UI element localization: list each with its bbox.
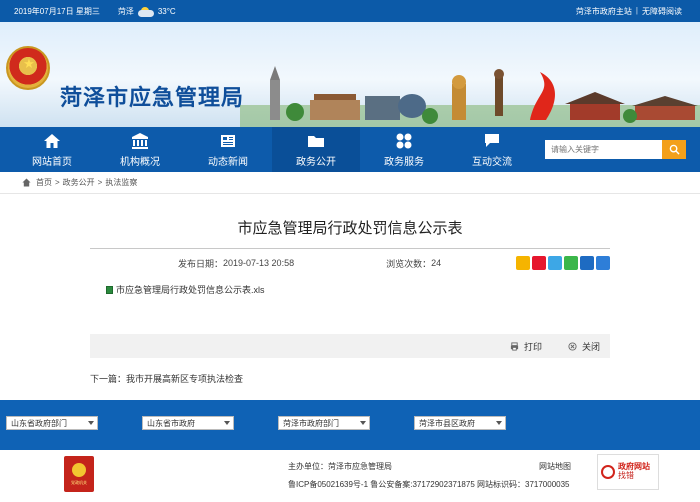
gov-badge-line2: 找错 (618, 471, 634, 480)
service-icon (396, 133, 412, 148)
share-bar (516, 256, 610, 270)
host-name: 菏泽市应急管理局 (328, 462, 392, 471)
nav-home[interactable]: 网站首页 (8, 127, 96, 172)
chevron-down-icon (360, 421, 366, 425)
nav-org-overview[interactable]: 机构概况 (96, 127, 184, 172)
nav-interaction-label: 互动交流 (472, 156, 512, 168)
breadcrumb: 首页 > 政务公开 > 执法监察 (0, 172, 700, 194)
views-count: 24 (431, 258, 442, 268)
nav-news-label: 动态新闻 (208, 156, 248, 168)
wechat-icon[interactable] (564, 256, 578, 270)
breadcrumb-enforcement[interactable]: 执法监察 (105, 177, 137, 188)
separator: | (635, 5, 638, 15)
views-label: 浏览次数： (386, 258, 432, 269)
sitemap-link[interactable]: 网站地图 (539, 461, 571, 472)
tencent-weibo-icon[interactable] (548, 256, 562, 270)
article-actions: 打印 关闭 (90, 334, 610, 358)
attachment-link[interactable]: 市应急管理局行政处罚信息公示表.xls (116, 283, 265, 296)
select-heze-departments[interactable]: 菏泽市政府部门 (278, 416, 370, 430)
article-title: 市应急管理局行政处罚信息公示表 (90, 217, 610, 249)
nav-news[interactable]: 动态新闻 (184, 127, 272, 172)
search-icon (669, 144, 680, 155)
folder-icon (308, 135, 324, 147)
gov-main-site-link[interactable]: 菏泽市政府主站 (576, 6, 632, 17)
party-badge-label: 党政机关 (71, 479, 87, 485)
nav-gov-affairs-label: 政务公开 (296, 156, 336, 168)
national-emblem-icon: ★ (6, 46, 50, 90)
article-meta: 发布日期： 2019-07-13 20:58 浏览次数： 24 (90, 249, 610, 277)
weather-widget: 菏泽 33°C (118, 6, 176, 17)
xls-file-icon (106, 285, 113, 294)
print-label: 打印 (523, 341, 542, 352)
search-box (545, 127, 686, 172)
more-share-icon[interactable] (596, 256, 610, 270)
site-title[interactable]: 菏泽市应急管理局 (60, 80, 244, 112)
temperature: 33°C (157, 6, 176, 16)
icp-info: 鲁ICP备05021639号-1 鲁公安备案:37172902371875 网站… (288, 480, 570, 489)
attachment: 市应急管理局行政处罚信息公示表.xls (90, 283, 610, 296)
main-nav: 网站首页 机构概况 动态新闻 政务公开 政务服务 互动交流 (0, 127, 700, 172)
print-button[interactable]: 打印 (510, 340, 542, 353)
nav-gov-services[interactable]: 政务服务 (360, 127, 448, 172)
footer: 党政机关 主办单位：菏泽市应急管理局 鲁ICP备05021639号-1 鲁公安备… (0, 450, 700, 502)
city-skyline-image (240, 66, 700, 127)
breadcrumb-home-icon (22, 178, 31, 187)
next-article-link[interactable]: 我市开展高新区专项执法检查 (126, 374, 243, 384)
nav-interaction[interactable]: 互动交流 (448, 127, 536, 172)
chevron-down-icon (88, 421, 94, 425)
close-icon (568, 341, 577, 351)
nav-org-label: 机构概况 (120, 156, 160, 168)
select-provincial-departments-value: 山东省政府部门 (11, 418, 67, 428)
nav-gov-services-label: 政务服务 (384, 156, 424, 168)
host-info: 主办单位：菏泽市应急管理局 (288, 461, 392, 472)
partly-cloudy-icon (137, 6, 155, 17)
gov-site-error-report-badge[interactable]: 政府网站 找错 (597, 454, 659, 490)
nav-gov-affairs[interactable]: 政务公开 (272, 127, 360, 172)
news-icon (221, 134, 235, 147)
article: 市应急管理局行政处罚信息公示表 发布日期： 2019-07-13 20:58 浏… (90, 205, 610, 358)
home-icon (44, 133, 60, 148)
select-provincial-departments[interactable]: 山东省政府部门 (6, 416, 98, 430)
select-provincial-cities[interactable]: 山东省市政府 (142, 416, 234, 430)
qzone-icon[interactable] (516, 256, 530, 270)
chat-icon (485, 133, 499, 147)
top-bar: 2019年07月17日 星期三 菏泽 33°C 菏泽市政府主站 | 无障碍阅读 (0, 0, 700, 22)
breadcrumb-sep: > (55, 178, 60, 187)
weibo-icon[interactable] (532, 256, 546, 270)
select-provincial-cities-value: 山东省市政府 (147, 418, 195, 428)
search-input[interactable] (545, 140, 662, 159)
breadcrumb-gov-affairs[interactable]: 政务公开 (63, 177, 95, 188)
accessible-reading-link[interactable]: 无障碍阅读 (642, 6, 682, 17)
chevron-down-icon (496, 421, 502, 425)
breadcrumb-home[interactable]: 首页 (36, 177, 52, 188)
weather-city: 菏泽 (117, 6, 134, 16)
select-heze-departments-value: 菏泽市政府部门 (283, 418, 339, 428)
nav-home-label: 网站首页 (32, 156, 72, 168)
close-label: 关闭 (581, 341, 600, 352)
related-links-bar: 山东省政府部门 山东省市政府 菏泽市政府部门 菏泽市县区政府 (0, 400, 700, 450)
header-banner: ★ 菏泽市应急管理局 (0, 22, 700, 127)
publish-date: 2019-07-13 20:58 (223, 258, 295, 268)
chevron-down-icon (224, 421, 230, 425)
search-button[interactable] (662, 140, 686, 159)
next-article: 下一篇：我市开展高新区专项执法检查 (90, 372, 243, 385)
renren-icon[interactable] (580, 256, 594, 270)
close-button[interactable]: 关闭 (568, 340, 600, 353)
gov-site-logo-icon (601, 465, 615, 479)
building-icon (132, 132, 148, 149)
print-icon (510, 341, 519, 351)
party-emblem-icon (72, 462, 86, 477)
party-gov-badge[interactable]: 党政机关 (64, 456, 94, 492)
select-heze-counties-value: 菏泽市县区政府 (419, 418, 475, 428)
publish-label: 发布日期： (178, 258, 224, 269)
host-label: 主办单位： (288, 462, 328, 471)
breadcrumb-sep: > (97, 178, 103, 187)
next-label: 下一篇： (90, 374, 127, 384)
select-heze-counties[interactable]: 菏泽市县区政府 (414, 416, 506, 430)
current-date: 2019年07月17日 星期三 (14, 6, 100, 16)
